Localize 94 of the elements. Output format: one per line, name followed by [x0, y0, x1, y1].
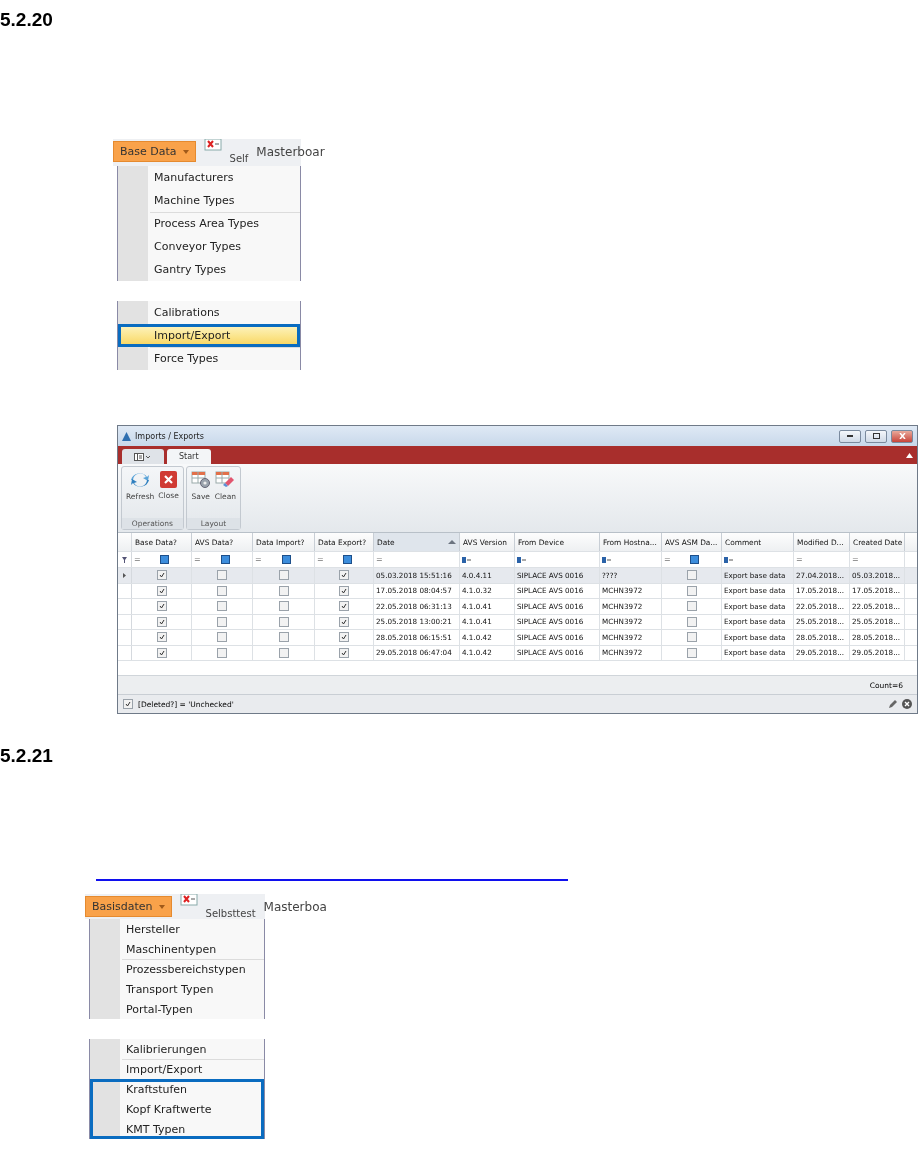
collapse-icon[interactable]: [906, 453, 913, 458]
checkbox[interactable]: [278, 585, 289, 596]
checkbox[interactable]: [217, 616, 227, 627]
checkbox[interactable]: [686, 570, 697, 581]
checkbox[interactable]: [339, 616, 349, 627]
menu-button[interactable]: Basisdaten: [85, 896, 172, 917]
menu-item[interactable]: Manufacturers: [118, 166, 300, 189]
close-icon: [898, 433, 906, 439]
checkbox[interactable]: [686, 632, 697, 643]
filter-checkbox[interactable]: [282, 555, 292, 564]
menu-item[interactable]: Portal-Typen: [90, 999, 264, 1019]
checkbox[interactable]: [339, 570, 349, 581]
checkbox[interactable]: [156, 570, 167, 581]
maximize-button[interactable]: [865, 429, 887, 443]
toolbar-label[interactable]: Self: [229, 153, 249, 164]
menu-item[interactable]: Transport Typen: [90, 979, 264, 999]
filter-operator[interactable]: =: [255, 555, 262, 564]
filter-operator[interactable]: =: [664, 555, 671, 564]
checkbox[interactable]: [156, 647, 167, 658]
section-heading: 5.2.20: [0, 8, 53, 32]
menu-item[interactable]: KMT Typen: [90, 1119, 264, 1139]
checkbox[interactable]: [156, 616, 167, 627]
filter-operator[interactable]: =: [317, 555, 324, 564]
caret-icon: [158, 904, 165, 909]
checkbox[interactable]: [339, 632, 349, 643]
filter-operator[interactable]: =: [134, 555, 141, 564]
table-gear-icon: [190, 471, 211, 489]
filter-checkbox[interactable]: [690, 555, 700, 564]
checkbox[interactable]: [156, 632, 167, 643]
toolbar-label[interactable]: Masterboa: [263, 900, 327, 914]
filter-checkbox[interactable]: [220, 555, 230, 564]
filter-toggle-checkbox[interactable]: [123, 699, 133, 709]
filter-operator[interactable]: =: [376, 555, 383, 564]
checkbox[interactable]: [686, 616, 697, 627]
checkbox[interactable]: [217, 570, 227, 581]
checkbox[interactable]: [278, 570, 289, 581]
checkbox[interactable]: [217, 585, 227, 596]
window-title: Imports / Exports: [135, 431, 205, 441]
checkbox[interactable]: [156, 601, 167, 612]
clear-filter-icon[interactable]: [902, 699, 912, 709]
close-icon: [179, 894, 198, 906]
text-filter-icon[interactable]: [462, 556, 471, 563]
checkbox[interactable]: [278, 632, 289, 643]
filter-icon: [122, 556, 127, 563]
checkbox[interactable]: [156, 585, 167, 596]
menu-item[interactable]: Conveyor Types: [118, 235, 300, 258]
table-eraser-icon: [215, 471, 236, 489]
menu-item[interactable]: Kraftstufen: [90, 1079, 264, 1099]
toolbar-label[interactable]: Masterboar: [256, 145, 325, 159]
maximize-icon: [872, 433, 880, 439]
text-filter-icon[interactable]: [602, 556, 611, 563]
menu-item[interactable]: Import/Export: [118, 324, 300, 347]
section-heading: 5.2.21: [0, 744, 53, 768]
filter-checkbox[interactable]: [342, 555, 352, 564]
checkbox[interactable]: [339, 585, 349, 596]
menu-item[interactable]: Machine Types: [118, 189, 300, 212]
menu-item[interactable]: Gantry Types: [118, 258, 300, 281]
text-filter-icon[interactable]: [724, 556, 733, 563]
checkbox[interactable]: [217, 647, 227, 658]
caret-icon: [182, 149, 189, 154]
app-icon: [122, 431, 131, 441]
close-button[interactable]: [891, 429, 913, 443]
panel-icon: [134, 452, 152, 461]
row-pointer-icon: [123, 572, 126, 578]
menu-item[interactable]: Hersteller: [90, 919, 264, 939]
checkbox[interactable]: [278, 647, 289, 658]
filter-operator[interactable]: =: [852, 555, 859, 564]
minimize-icon: [847, 435, 853, 437]
pencil-icon[interactable]: [888, 699, 897, 709]
close-icon: [203, 139, 222, 151]
filter-operator[interactable]: =: [194, 555, 201, 564]
refresh-icon: [130, 471, 151, 489]
checkbox[interactable]: [339, 647, 349, 658]
text-filter-icon[interactable]: [517, 556, 526, 563]
menu-item[interactable]: Kalibrierungen: [90, 1039, 264, 1059]
checkbox[interactable]: [686, 585, 697, 596]
minimize-button[interactable]: [839, 429, 861, 443]
checkbox[interactable]: [686, 601, 697, 612]
checkbox[interactable]: [686, 647, 697, 658]
close-icon: [160, 471, 178, 488]
ribbon-tab[interactable]: Start: [167, 449, 211, 464]
menu-button[interactable]: Base Data: [113, 141, 196, 162]
toolbar-label[interactable]: Selbsttest: [205, 908, 256, 919]
checkbox[interactable]: [339, 601, 349, 612]
checkbox[interactable]: [217, 632, 227, 643]
menu-item[interactable]: Maschinentypen: [90, 939, 264, 959]
quick-menu-tab[interactable]: [122, 449, 164, 464]
checkbox[interactable]: [217, 601, 227, 612]
checkbox[interactable]: [278, 616, 289, 627]
checkbox[interactable]: [278, 601, 289, 612]
menu-item[interactable]: Kopf Kraftwerte: [90, 1099, 264, 1119]
menu-item[interactable]: Calibrations: [118, 301, 300, 324]
filter-checkbox[interactable]: [160, 555, 170, 564]
filter-operator[interactable]: =: [796, 555, 803, 564]
